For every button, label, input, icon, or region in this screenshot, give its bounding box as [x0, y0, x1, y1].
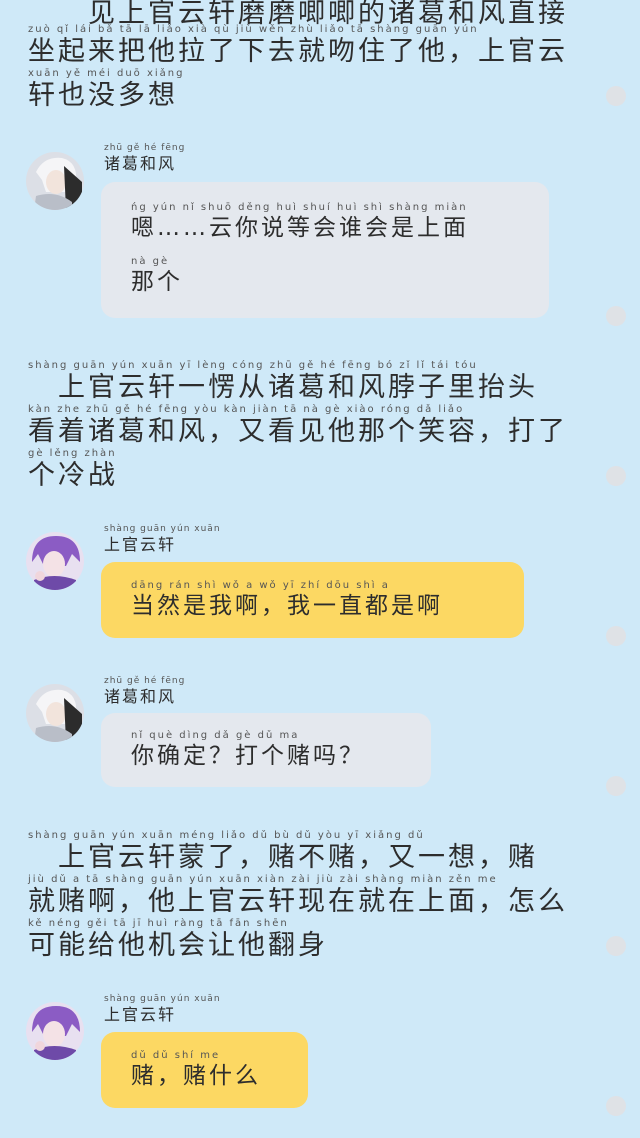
message-bubble: ńg yún nǐ shuō děng huì shuí huì shì shà…: [101, 182, 549, 318]
page-dot: [606, 306, 626, 326]
page-dot: [606, 936, 626, 956]
page-dot: [606, 626, 626, 646]
page-dot: [606, 86, 626, 106]
speaker-name: shàng guān yún xuān 上官云轩: [104, 994, 221, 1024]
avatar-shangguan[interactable]: [26, 532, 84, 590]
message-bubble: dāng rán shì wǒ a wǒ yī zhí dōu shì a 当然…: [101, 562, 524, 638]
message-bubble: dǔ dǔ shí me 赌，赌什么: [101, 1032, 308, 1108]
avatar-zhuge[interactable]: [26, 684, 84, 742]
message-bubble: nǐ què dìng dǎ gè dǔ ma 你确定？打个赌吗？: [101, 713, 431, 787]
narration-line: zuò qǐ lái bǎ tā lā liǎo xià qù jiù wěn …: [28, 24, 568, 67]
avatar-shangguan[interactable]: [26, 1002, 84, 1060]
avatar-zhuge[interactable]: [26, 152, 84, 210]
page-dot: [606, 1096, 626, 1116]
speaker-name: zhū gě hé fēng 诸葛和风: [104, 676, 186, 706]
page-dot: [606, 776, 626, 796]
page-dot: [606, 466, 626, 486]
speaker-name: shàng guān yún xuān 上官云轩: [104, 524, 221, 554]
speaker-name: zhū gě hé fēng 诸葛和风: [104, 143, 186, 173]
narration-line: xuān yě méi duō xiǎng 轩也没多想: [28, 68, 185, 111]
